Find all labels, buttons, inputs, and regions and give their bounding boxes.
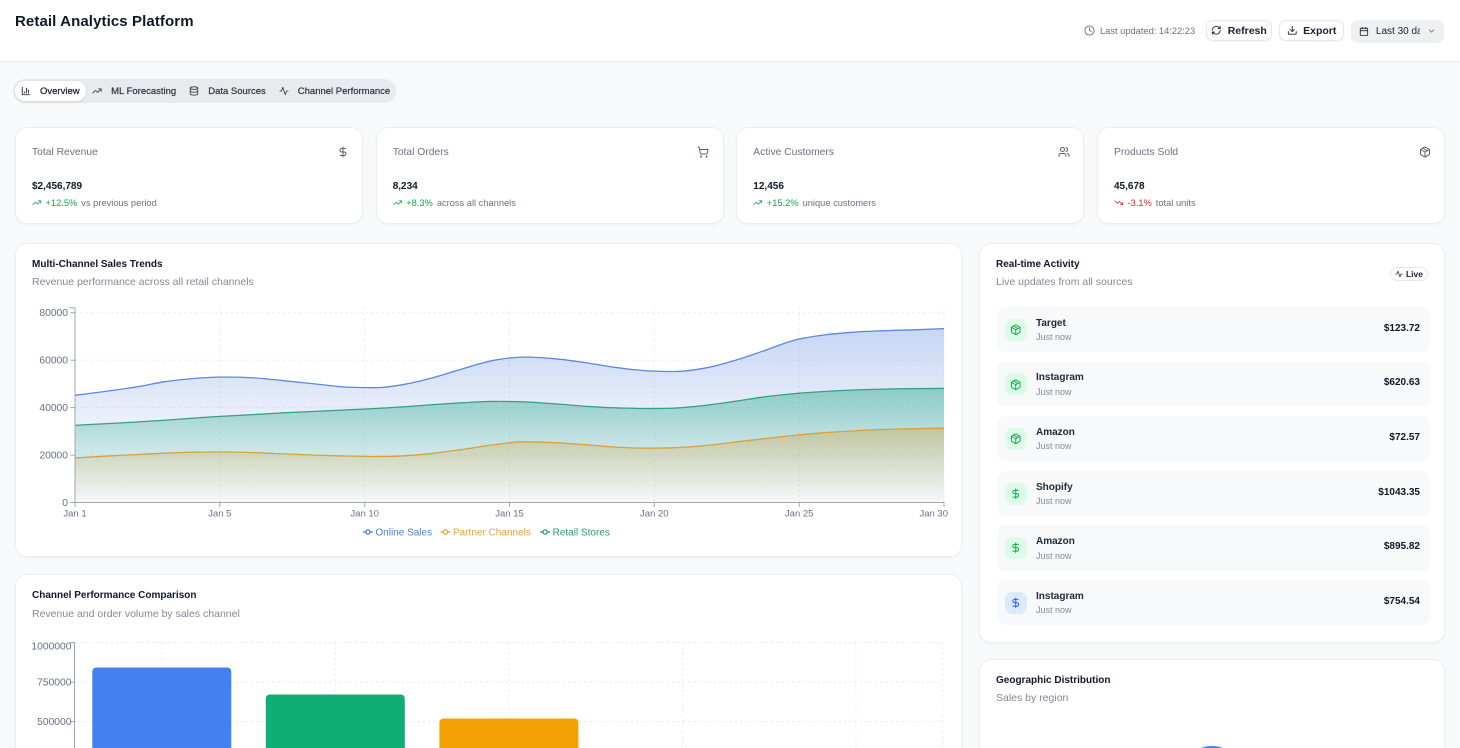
- svg-text:60000: 60000: [39, 356, 68, 367]
- svg-text:750000: 750000: [37, 677, 72, 688]
- svg-text:80000: 80000: [39, 308, 68, 319]
- svg-text:Online Sales: Online Sales: [375, 527, 432, 538]
- svg-text:Jan 25: Jan 25: [785, 509, 814, 520]
- svg-text:Jan 10: Jan 10: [350, 509, 379, 520]
- svg-text:Jan 1: Jan 1: [63, 509, 86, 520]
- svg-text:40000: 40000: [39, 403, 68, 414]
- svg-text:Jan 15: Jan 15: [495, 509, 524, 520]
- svg-text:1000000: 1000000: [31, 641, 71, 652]
- svg-text:Partner Channels: Partner Channels: [453, 527, 531, 538]
- svg-text:Jan 5: Jan 5: [208, 509, 231, 520]
- svg-text:Jan 30: Jan 30: [919, 509, 948, 520]
- svg-text:Jan 20: Jan 20: [640, 509, 669, 520]
- svg-text:500000: 500000: [37, 717, 72, 728]
- svg-text:Retail Stores: Retail Stores: [553, 527, 610, 538]
- svg-text:20000: 20000: [39, 451, 68, 462]
- svg-text:0: 0: [62, 498, 68, 509]
